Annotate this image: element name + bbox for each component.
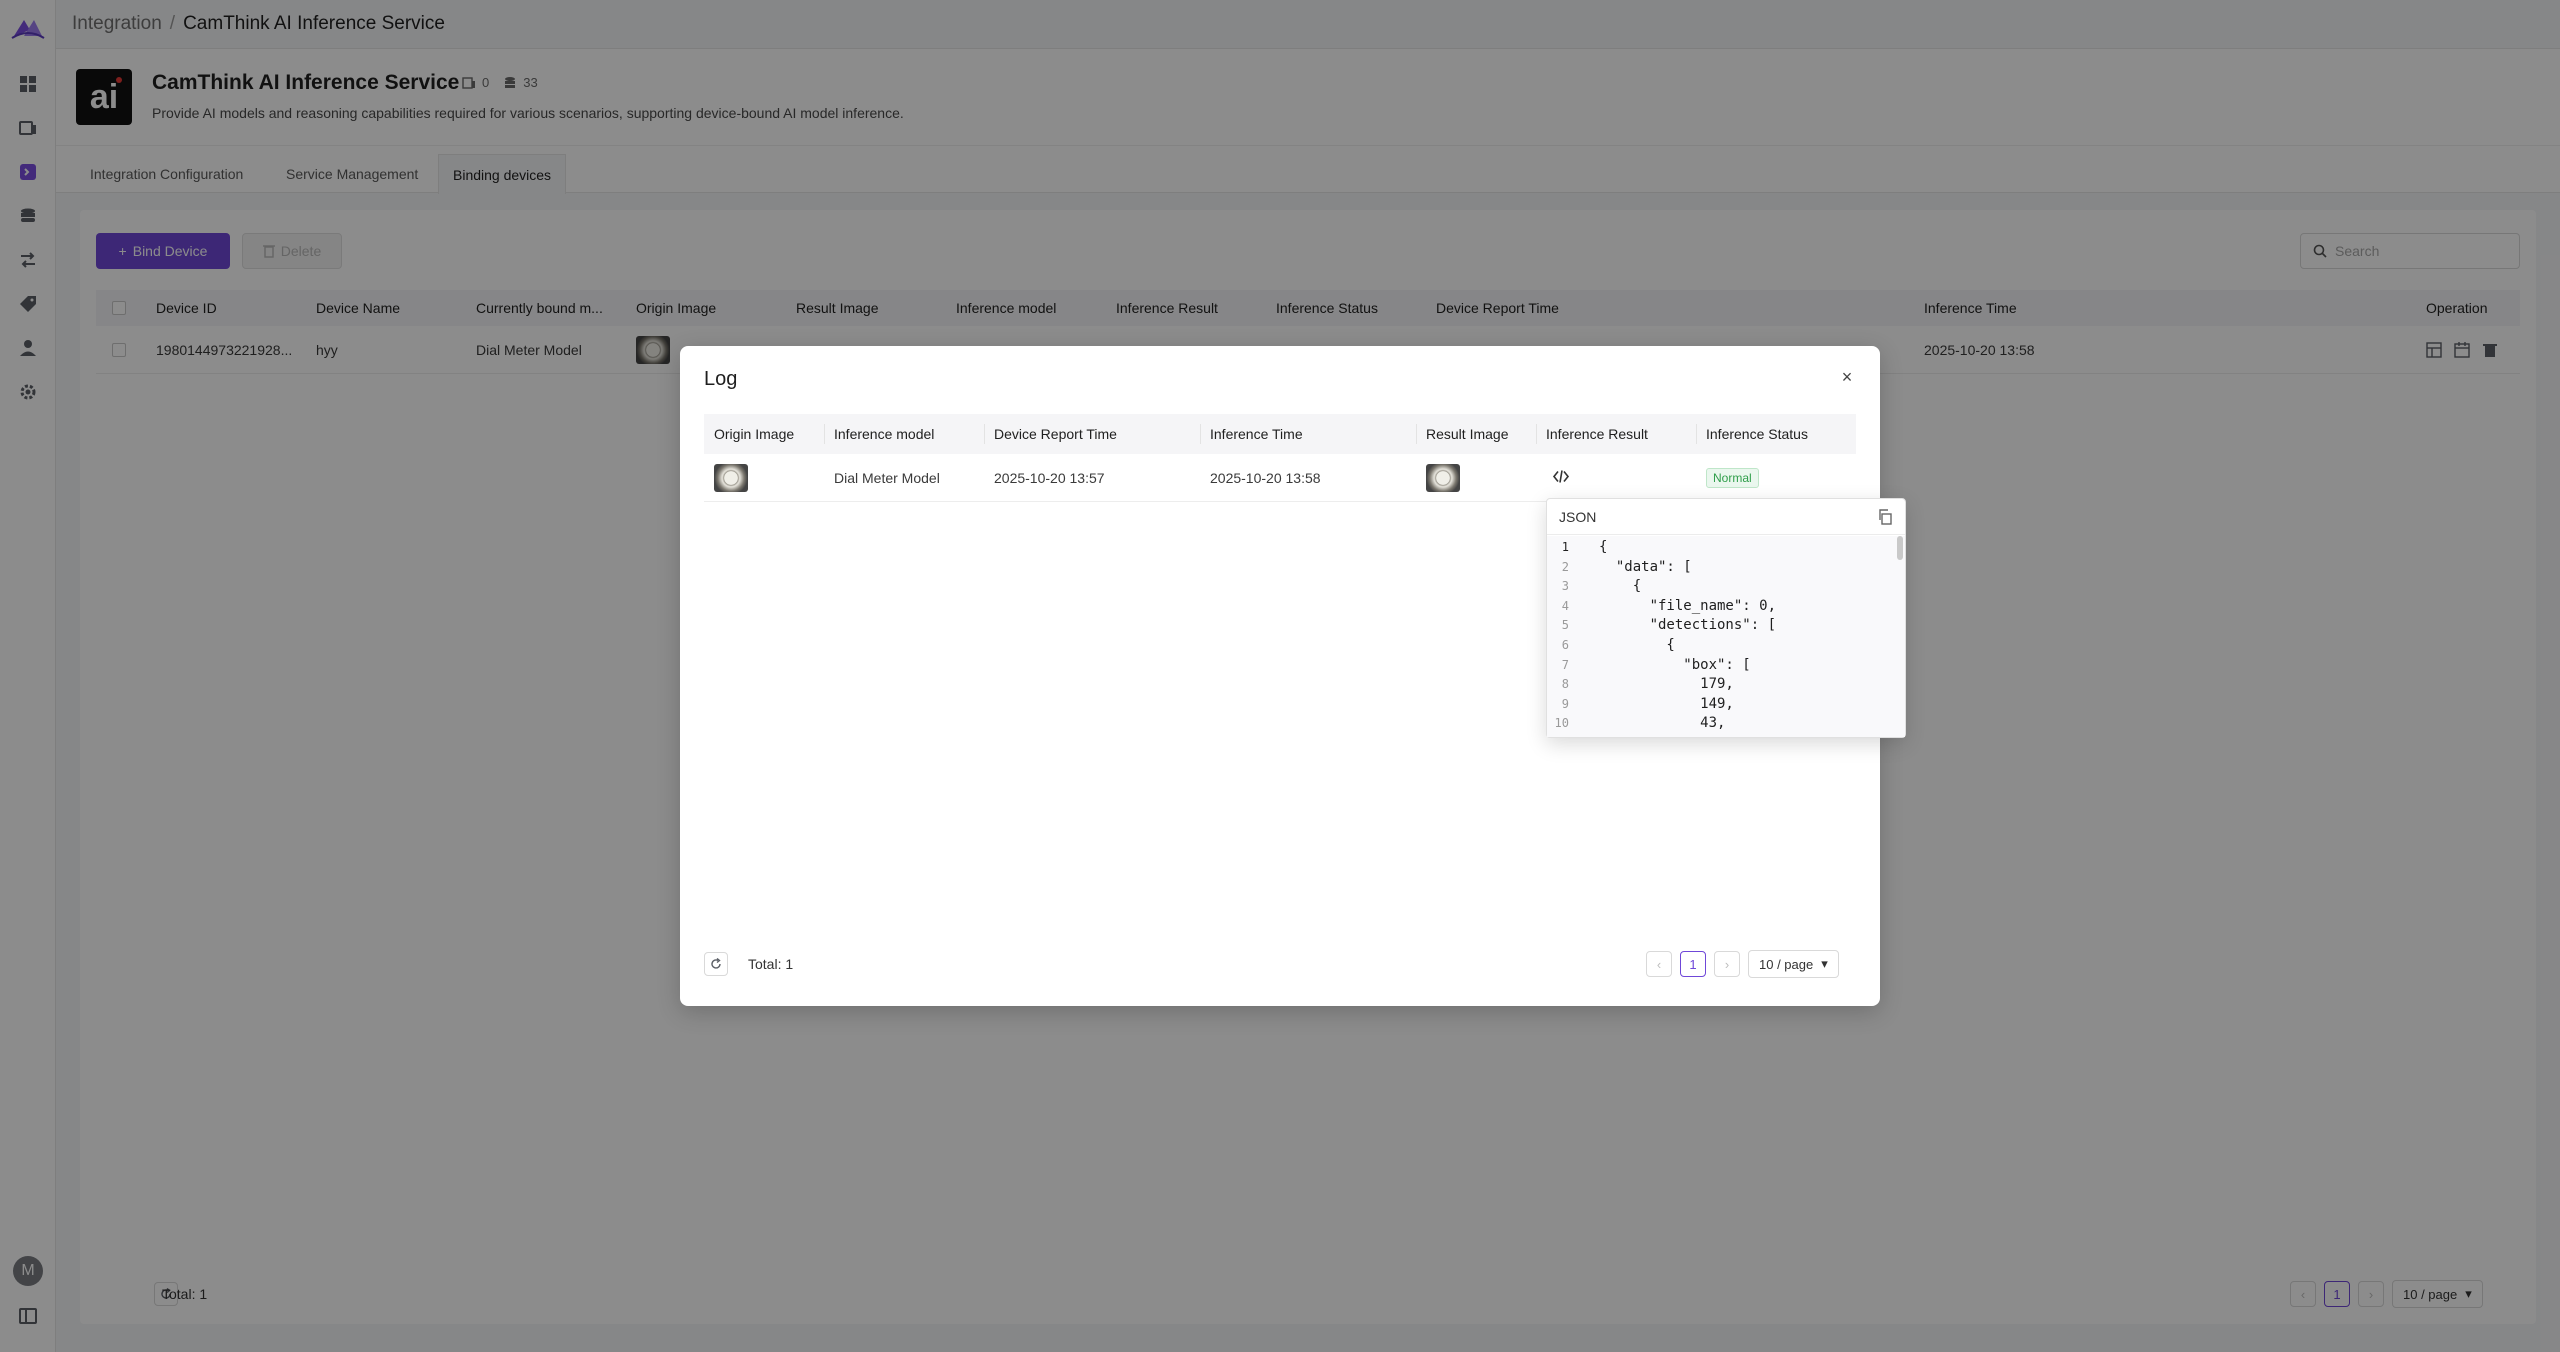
inference-time: 2025-10-20 13:58 — [1210, 469, 1321, 486]
column-header: Result Image — [1426, 426, 1509, 442]
json-popover-header: JSON — [1547, 499, 1905, 535]
device-report-time: 2025-10-20 13:57 — [994, 469, 1105, 486]
result-image-thumbnail[interactable] — [1426, 463, 1460, 492]
prev-page-button[interactable]: ‹ — [1646, 951, 1672, 977]
column-header: Inference Result — [1546, 426, 1648, 442]
copy-icon[interactable] — [1877, 508, 1893, 525]
json-popover-title: JSON — [1559, 508, 1597, 525]
code-line: 6 { — [1561, 637, 1675, 653]
column-header: Origin Image — [714, 426, 795, 442]
column-header: Inference Time — [1210, 426, 1303, 442]
json-popover: JSON 1{ 2 "data": [ 3 { 4 "file_name": 0… — [1546, 498, 1906, 738]
code-line: 9 149, — [1561, 695, 1734, 712]
code-line: 5 "detections": [ — [1561, 617, 1777, 634]
scrollbar[interactable] — [1897, 536, 1903, 560]
page-size-value: 10 / page — [1759, 956, 1814, 972]
refresh-icon — [711, 958, 721, 969]
code-line: 3 { — [1561, 578, 1642, 595]
code-line: 7 "box": [ — [1561, 656, 1751, 673]
status-badge: Normal — [1706, 467, 1759, 488]
inference-model: Dial Meter Model — [834, 469, 940, 486]
next-page-button[interactable]: › — [1714, 951, 1740, 977]
page-number[interactable]: 1 — [1680, 951, 1706, 977]
chevron-down-icon: ▾ — [1821, 956, 1828, 971]
column-header: Inference model — [834, 426, 935, 442]
code-icon[interactable] — [1552, 467, 1570, 488]
column-header: Inference Status — [1706, 426, 1808, 442]
modal-title: Log — [704, 368, 738, 390]
log-total-count: Total: 1 — [748, 956, 794, 972]
page-size-select[interactable]: 10 / page ▾ — [1748, 950, 1839, 978]
code-line: 1{ — [1561, 539, 1608, 555]
origin-image-thumbnail[interactable] — [714, 463, 748, 492]
close-icon[interactable]: × — [1838, 367, 1856, 387]
log-table-row[interactable]: Dial Meter Model 2025-10-20 13:57 2025-1… — [704, 454, 1856, 502]
log-refresh-button[interactable] — [704, 952, 728, 976]
log-table-header: Origin Image Inference model Device Repo… — [704, 414, 1856, 454]
code-line: 8 179, — [1561, 676, 1734, 693]
code-line: 10 43, — [1554, 715, 1726, 732]
json-code-viewer[interactable]: 1{ 2 "data": [ 3 { 4 "file_name": 0, 5 "… — [1547, 536, 1905, 737]
code-line: 2 "data": [ — [1561, 558, 1692, 575]
log-pagination: ‹ 1 › 10 / page ▾ — [1646, 950, 1839, 978]
code-line: 4 "file_name": 0, — [1561, 597, 1777, 614]
column-header: Device Report Time — [994, 426, 1117, 442]
